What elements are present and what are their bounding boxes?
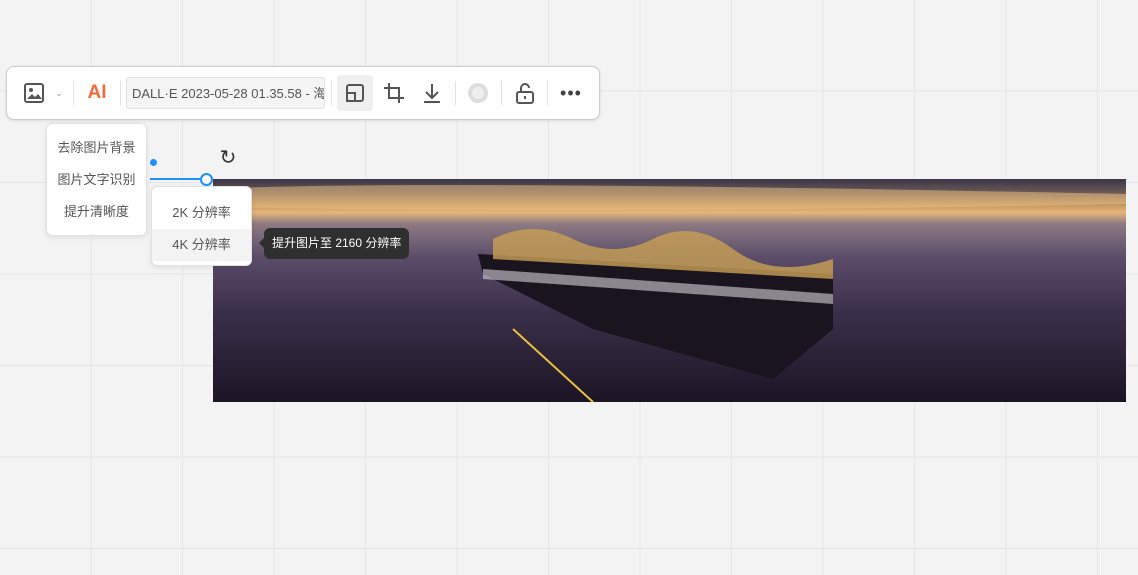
file-name-field[interactable]: DALL·E 2023-05-28 01.35.58 - 海 xyxy=(126,77,325,109)
image-style-icon[interactable] xyxy=(465,80,491,106)
download-icon[interactable] xyxy=(418,79,446,107)
menu-item-remove-background[interactable]: 去除图片背景 xyxy=(47,132,146,164)
canvas-image[interactable] xyxy=(213,179,1126,402)
unlock-icon[interactable] xyxy=(511,79,539,107)
resize-icon[interactable] xyxy=(337,75,373,111)
rotate-icon[interactable]: ↻ xyxy=(217,146,239,169)
menu-item-2k[interactable]: 2K 分辨率 xyxy=(152,197,251,229)
cruise-ship-image xyxy=(213,185,1126,402)
menu-item-4k[interactable]: 4K 分辨率 xyxy=(152,229,251,261)
image-toolbar: ⌄ AI DALL·E 2023-05-28 01.35.58 - 海 ••• xyxy=(6,66,600,120)
image-icon[interactable] xyxy=(21,81,47,105)
selection-border xyxy=(150,178,205,180)
more-icon[interactable]: ••• xyxy=(557,79,585,107)
tooltip: 提升图片至 2160 分辨率 xyxy=(258,228,410,259)
crop-icon[interactable] xyxy=(380,79,408,107)
resize-handle[interactable] xyxy=(150,159,157,166)
ai-menu: 去除图片背景 图片文字识别 提升清晰度 xyxy=(46,123,147,236)
resize-handle[interactable] xyxy=(200,173,213,186)
ai-button[interactable]: AI xyxy=(83,79,111,107)
menu-item-ocr[interactable]: 图片文字识别 xyxy=(47,164,146,196)
chevron-down-icon[interactable]: ⌄ xyxy=(53,85,65,101)
resolution-menu: 2K 分辨率 4K 分辨率 xyxy=(151,186,252,266)
menu-item-enhance[interactable]: 提升清晰度 xyxy=(47,196,146,228)
